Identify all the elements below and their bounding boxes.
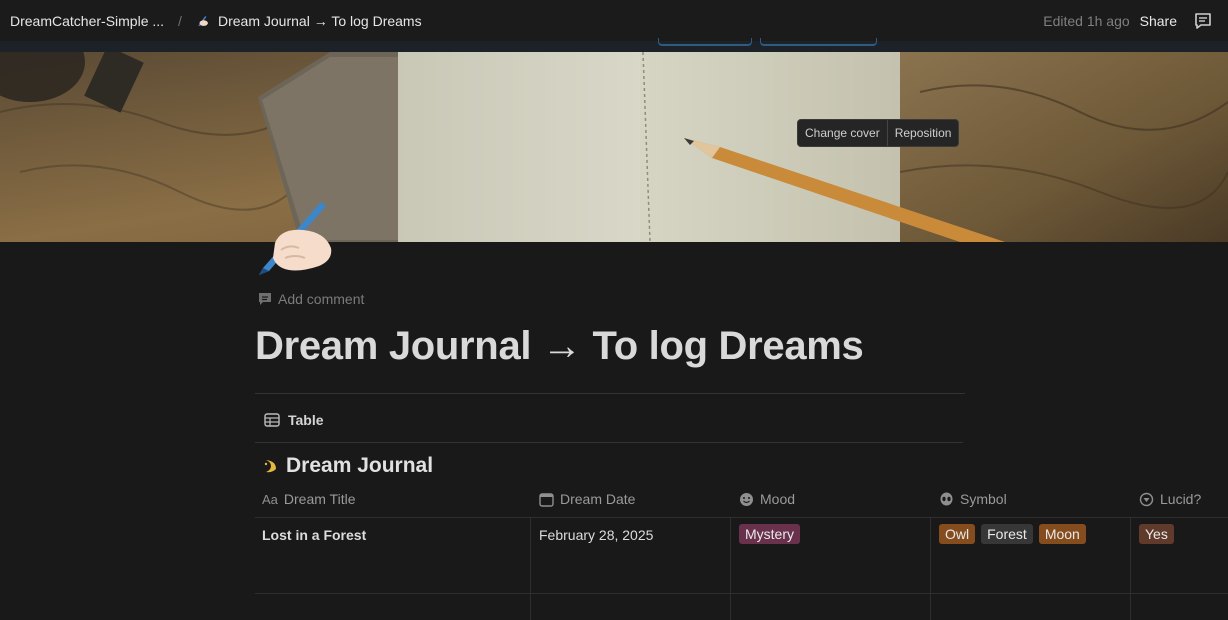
writing-hand-icon[interactable] bbox=[255, 198, 335, 278]
cover-illustration bbox=[0, 52, 1228, 242]
select-circle-icon bbox=[1139, 492, 1154, 506]
reposition-button[interactable]: Reposition bbox=[886, 120, 959, 146]
alien-icon bbox=[940, 492, 953, 505]
cell-dream-date[interactable]: February 28, 2025 bbox=[539, 527, 653, 543]
column-header-dream-title[interactable]: Aa Dream Title bbox=[262, 491, 355, 507]
calendar-icon bbox=[539, 492, 554, 507]
cell-mood[interactable]: Mystery bbox=[739, 524, 806, 544]
column-header-label: Mood bbox=[760, 491, 796, 507]
change-cover-button[interactable]: Change cover bbox=[798, 120, 887, 146]
breadcrumb-page[interactable]: Dream Journal → To log Dreams bbox=[196, 0, 422, 41]
view-tab-label: Table bbox=[288, 412, 324, 428]
cell-lucid[interactable]: Yes bbox=[1139, 524, 1180, 544]
cell-dream-title[interactable]: Lost in a Forest bbox=[262, 527, 366, 543]
top-bar: DreamCatcher-Simple ... / Dream Journal … bbox=[0, 0, 1228, 41]
database-title[interactable]: Dream Journal bbox=[262, 454, 433, 478]
database-title-label: Dream Journal bbox=[286, 454, 434, 477]
edited-timestamp: Edited 1h ago bbox=[1043, 12, 1130, 29]
title-aa-icon: Aa bbox=[262, 491, 278, 507]
dream-crescent-icon bbox=[264, 460, 276, 473]
topbar-underline bbox=[0, 41, 1228, 52]
view-tab-table[interactable]: Table bbox=[264, 412, 324, 428]
column-header-label: Dream Date bbox=[560, 491, 636, 507]
breadcrumb-separator: / bbox=[178, 12, 182, 29]
breadcrumb-page-label: Dream Journal → To log Dreams bbox=[218, 12, 422, 29]
cell-symbol[interactable]: Owl Forest Moon bbox=[939, 524, 1092, 544]
cover-image: Change cover Reposition bbox=[0, 52, 1228, 242]
column-header-mood[interactable]: Mood bbox=[739, 491, 795, 507]
writing-hand-icon bbox=[198, 15, 208, 26]
breadcrumb-workspace[interactable]: DreamCatcher-Simple ... bbox=[10, 0, 164, 41]
column-header-dream-date[interactable]: Dream Date bbox=[539, 491, 635, 507]
hidden-button-hint bbox=[760, 38, 877, 46]
table-icon bbox=[264, 413, 280, 427]
column-header-label: Symbol bbox=[960, 491, 1007, 507]
column-header-label: Dream Title bbox=[283, 491, 356, 507]
share-button[interactable]: Share bbox=[1140, 13, 1177, 29]
lucid-tag: Yes bbox=[1139, 524, 1174, 544]
column-header-lucid[interactable]: Lucid? bbox=[1139, 491, 1201, 507]
column-header-symbol[interactable]: Symbol bbox=[939, 491, 1007, 507]
mood-tag: Mystery bbox=[739, 524, 800, 544]
page-title[interactable]: Dream Journal → To log Dreams bbox=[255, 324, 864, 369]
symbol-tag: Moon bbox=[1038, 524, 1086, 544]
column-border bbox=[530, 517, 531, 620]
hidden-button-hint bbox=[658, 38, 752, 46]
cover-controls: Change cover Reposition bbox=[797, 119, 960, 147]
symbol-tag: Owl bbox=[939, 524, 976, 544]
topbar-actions: Edited 1h ago Share bbox=[1043, 0, 1228, 41]
view-divider bbox=[255, 442, 963, 443]
column-header-label: Lucid? bbox=[1160, 491, 1202, 507]
add-comment-button[interactable]: Add comment bbox=[258, 291, 364, 307]
title-divider bbox=[255, 393, 965, 394]
column-border bbox=[1130, 517, 1131, 620]
comments-icon[interactable] bbox=[1193, 11, 1213, 31]
column-border bbox=[930, 517, 931, 620]
smiley-icon bbox=[740, 492, 753, 506]
header-row-border bbox=[255, 517, 1228, 518]
column-border bbox=[730, 517, 731, 620]
symbol-tag: Forest bbox=[981, 524, 1033, 544]
add-comment-label: Add comment bbox=[278, 291, 365, 307]
comment-bubble-icon bbox=[259, 293, 271, 305]
row-border bbox=[255, 593, 1228, 594]
